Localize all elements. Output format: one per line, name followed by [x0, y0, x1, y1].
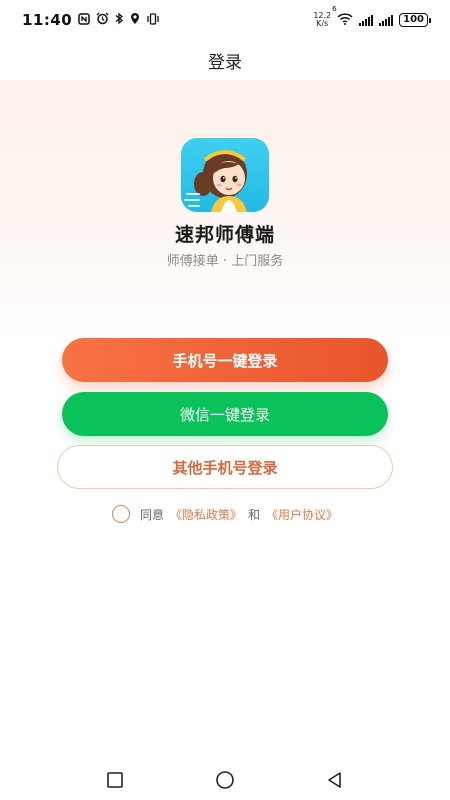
signal-icon [359, 14, 374, 26]
status-bar: 11:40 12.2 K/s 6 100 [0, 0, 450, 40]
alarm-icon [96, 12, 109, 28]
battery-level: 100 [403, 14, 424, 25]
status-right: 12.2 K/s 6 100 [313, 5, 431, 29]
status-time: 11:40 [22, 11, 73, 29]
recent-apps-icon[interactable] [100, 765, 130, 795]
agree-checkbox[interactable] [111, 505, 130, 523]
agree-and: 和 [248, 507, 261, 522]
network-speed-unit: K/s [316, 19, 329, 28]
wechat-login-label: 微信一键登录 [179, 405, 270, 424]
home-icon[interactable] [210, 765, 240, 795]
user-agreement-link[interactable]: 《用户协议》 [266, 506, 338, 523]
back-icon[interactable] [320, 765, 350, 795]
system-nav-bar [0, 760, 450, 800]
location-icon [130, 12, 140, 28]
nfc-icon [78, 12, 90, 28]
battery-icon: 100 [399, 13, 431, 27]
phone-login-button[interactable]: 手机号一键登录 [62, 338, 388, 382]
page-title: 登录 [208, 52, 242, 73]
network-speed: 12.2 K/s [313, 12, 331, 28]
agree-prefix: 同意 [139, 507, 164, 522]
wechat-login-button[interactable]: 微信一键登录 [62, 392, 388, 436]
wifi-icon: 6 [332, 5, 353, 29]
phone-login-label: 手机号一键登录 [172, 351, 278, 370]
app-logo [181, 138, 269, 212]
wifi-badge: 6 [332, 5, 337, 13]
app-slogan: 师傅接单 · 上门服务 [166, 254, 284, 269]
vibrate-icon [146, 12, 160, 28]
signal-icon [379, 14, 394, 26]
other-phone-login-button[interactable]: 其他手机号登录 [57, 445, 393, 489]
other-phone-login-label: 其他手机号登录 [172, 458, 278, 477]
app-name: 速邦师傅端 [174, 224, 275, 246]
status-left: 11:40 [22, 11, 160, 29]
bluetooth-icon [115, 12, 124, 28]
page-header: 登录 [0, 40, 450, 80]
privacy-policy-link[interactable]: 《隐私政策》 [170, 506, 242, 523]
agreement-row: 同意 《隐私政策》 和 《用户协议》 [0, 505, 450, 523]
